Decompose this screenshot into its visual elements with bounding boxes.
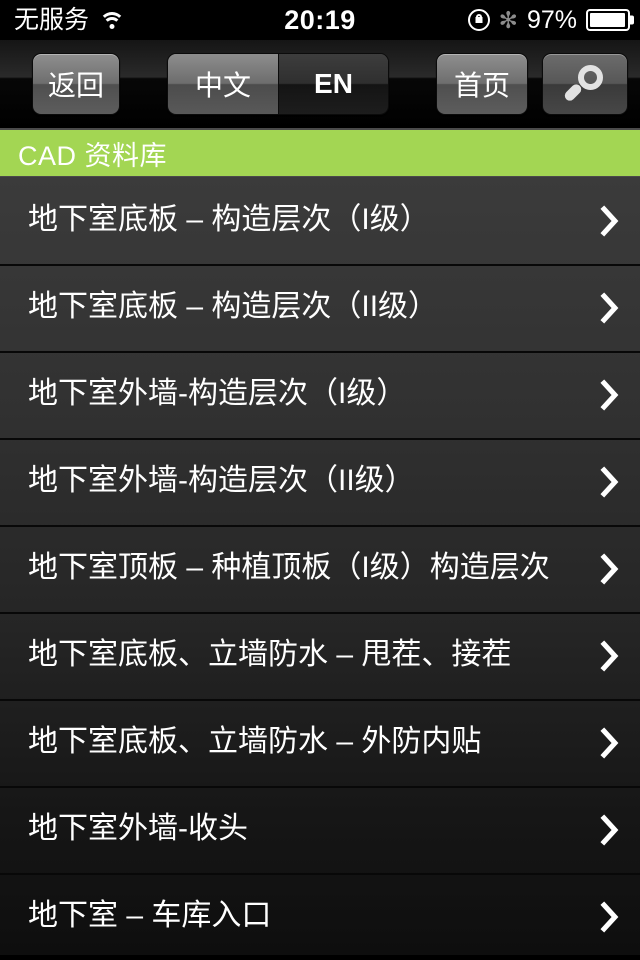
list-item[interactable]: 地下室底板 – 构造层次（I级）: [0, 177, 640, 264]
chevron-right-icon: [580, 378, 640, 412]
language-segment-english[interactable]: EN: [278, 54, 388, 114]
chevron-right-icon: [580, 204, 640, 238]
back-button[interactable]: 返回: [32, 53, 120, 115]
chevron-right-icon: [580, 291, 640, 325]
list-item[interactable]: 地下室外墙-收头: [0, 786, 640, 873]
list-item-label: 地下室底板、立墙防水 – 外防内贴: [28, 725, 482, 759]
language-segment-chinese[interactable]: 中文: [168, 54, 278, 114]
page-title: CAD 资料库: [18, 140, 168, 171]
status-bar: 无服务 20:19 ✻ 97%: [0, 0, 640, 40]
home-button[interactable]: 首页: [436, 53, 528, 115]
app-screen: 无服务 20:19 ✻ 97% 返回 中文 EN 首页 CAD 资料库 地下室底…: [0, 0, 640, 960]
list-item-label: 地下室底板 – 构造层次（I级）: [28, 203, 430, 237]
list-item-label: 地下室外墙-收头: [28, 812, 248, 846]
rotation-lock-icon: [467, 9, 490, 31]
list-item[interactable]: 地下室外墙-构造层次（I级）: [0, 351, 640, 438]
list-item[interactable]: 地下室底板、立墙防水 – 外防内贴: [0, 699, 640, 786]
language-segmented-control[interactable]: 中文 EN: [167, 53, 389, 115]
chevron-right-icon: [580, 813, 640, 847]
status-bar-clock: 20:19: [284, 4, 356, 35]
list-item-label: 地下室 – 车库入口: [28, 899, 272, 933]
list-item[interactable]: 地下室顶板 – 种植顶板（I级）构造层次: [0, 525, 640, 612]
list-item[interactable]: 地下室底板、立墙防水 – 甩茬、接茬: [0, 612, 640, 699]
list-item-label: 地下室外墙-构造层次（II级）: [28, 464, 415, 498]
list-item-label: 地下室底板 – 构造层次（II级）: [28, 290, 439, 324]
list-item-label: 地下室顶板 – 种植顶板（I级）构造层次: [28, 551, 550, 585]
battery-icon: [586, 9, 630, 31]
list-item[interactable]: 地下室 – 车库入口: [0, 873, 640, 955]
list-item[interactable]: 地下室底板 – 构造层次（II级）: [0, 264, 640, 351]
list-item[interactable]: 地下室外墙-构造层次（II级）: [0, 438, 640, 525]
chevron-right-icon: [580, 639, 640, 673]
category-list[interactable]: 地下室底板 – 构造层次（I级） 地下室底板 – 构造层次（II级） 地下室外墙-构…: [0, 176, 640, 955]
section-header: CAD 资料库: [0, 128, 640, 176]
search-button[interactable]: [542, 53, 628, 115]
chevron-right-icon: [580, 900, 640, 934]
search-icon: [562, 64, 605, 104]
list-item-label: 地下室外墙-构造层次（I级）: [28, 377, 407, 411]
chevron-right-icon: [580, 465, 640, 499]
chevron-right-icon: [580, 552, 640, 586]
list-item-label: 地下室底板、立墙防水 – 甩茬、接茬: [28, 638, 512, 672]
chevron-right-icon: [580, 726, 640, 760]
toolbar: 返回 中文 EN 首页: [0, 40, 640, 128]
